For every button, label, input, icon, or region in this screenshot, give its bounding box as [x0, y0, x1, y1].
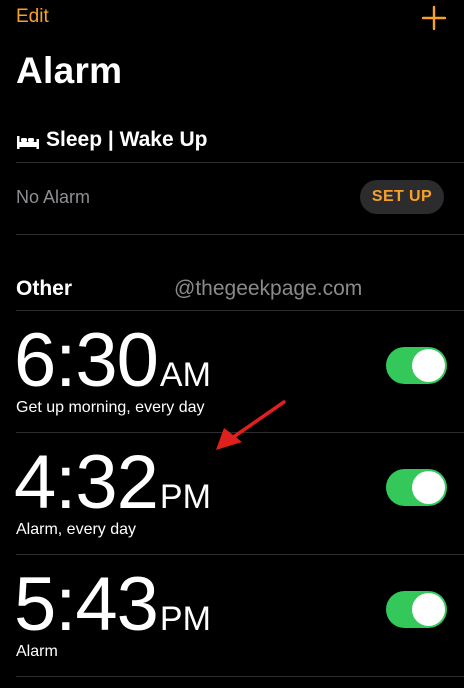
alarm-time-period: PM	[159, 478, 211, 516]
alarm-time: 4:32PM	[14, 445, 211, 521]
sleep-section-header: Sleep | Wake Up	[16, 125, 207, 155]
toggle-knob	[412, 593, 445, 626]
watermark: @thegeekpage.com	[174, 277, 363, 300]
sleep-section-title: Sleep | Wake Up	[46, 128, 208, 151]
alarm-screen: Edit Alarm Sleep | Wake Up No Alarm SET …	[0, 0, 464, 688]
alarm-toggle[interactable]	[386, 469, 447, 506]
divider	[16, 234, 464, 235]
alarm-toggle[interactable]	[386, 347, 447, 384]
edit-button[interactable]: Edit	[16, 6, 49, 28]
alarm-time-digits: 6:30	[14, 318, 159, 403]
sleep-status: No Alarm	[16, 187, 91, 207]
page-title: Alarm	[16, 50, 123, 91]
alarm-toggle[interactable]	[386, 591, 447, 628]
divider	[16, 676, 464, 677]
plus-icon[interactable]	[420, 4, 448, 32]
setup-button[interactable]: SET UP	[360, 180, 444, 214]
alarm-label: Alarm, every day	[16, 521, 137, 538]
top-bar: Edit	[16, 4, 448, 32]
toggle-knob	[412, 349, 445, 382]
alarm-time-digits: 4:32	[14, 440, 159, 525]
other-section-title: Other	[16, 277, 73, 300]
divider	[16, 162, 464, 163]
alarm-time-period: PM	[159, 600, 211, 638]
toggle-knob	[412, 471, 445, 504]
alarm-time-digits: 5:43	[14, 562, 159, 647]
bed-icon	[16, 132, 40, 149]
alarm-time: 6:30AM	[14, 323, 211, 399]
arrow-annotation-icon	[216, 400, 286, 450]
alarm-row[interactable]: 5:43PM Alarm	[0, 555, 464, 676]
alarm-label: Alarm	[16, 643, 58, 660]
alarm-time: 5:43PM	[14, 567, 211, 643]
alarm-label: Get up morning, every day	[16, 399, 205, 416]
alarm-time-period: AM	[159, 356, 211, 394]
